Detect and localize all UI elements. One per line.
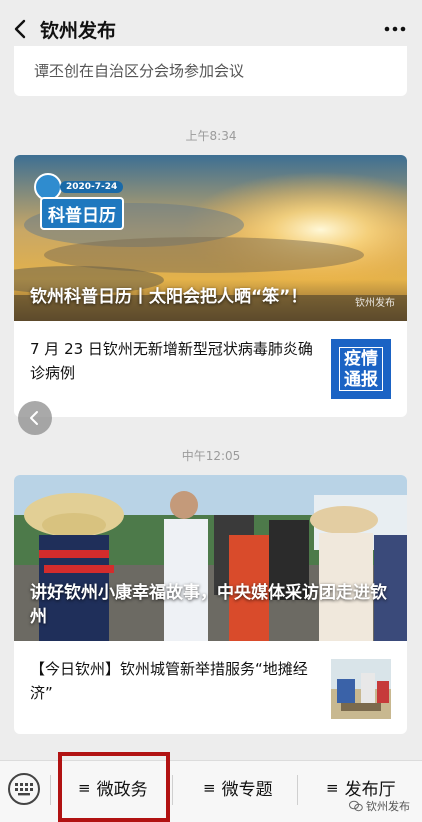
list-item-title: 7 月 23 日钦州无新增新型冠状病毒肺炎确诊病例 bbox=[30, 340, 313, 382]
epidemic-report-label: 疫情通报 bbox=[339, 347, 383, 391]
calendar-badge: 2020-7-24 科普日历 bbox=[34, 173, 134, 230]
wechat-icon bbox=[349, 800, 363, 812]
badge-label: 科普日历 bbox=[40, 197, 124, 230]
street-stall-photo bbox=[331, 659, 391, 719]
bottom-watermark: 钦州发布 bbox=[349, 798, 410, 814]
menu-list-icon: ≡ bbox=[326, 778, 339, 797]
menu-item-label: 发布厅 bbox=[344, 780, 396, 800]
article-hero[interactable]: 讲好钦州小康幸福故事，中央媒体采访团走进钦州 bbox=[14, 475, 407, 641]
message-timestamp: 上午8:34 bbox=[185, 129, 237, 143]
menu-item-label: 微专题 bbox=[221, 780, 273, 800]
menu-divider bbox=[50, 775, 51, 805]
list-item[interactable]: 【今日钦州】钦州城管新举措服务“地摊经济” bbox=[14, 641, 407, 734]
more-options-icon[interactable] bbox=[382, 18, 408, 40]
highlight-box bbox=[58, 752, 170, 822]
list-item-title: 【今日钦州】钦州城管新举措服务“地摊经济” bbox=[30, 660, 308, 702]
page-title: 钦州发布 bbox=[40, 20, 117, 42]
list-item-thumbnail bbox=[331, 659, 391, 719]
menu-item-wei-zhuanti[interactable]: ≡ 微专题 bbox=[203, 775, 273, 801]
menu-item-fabuting[interactable]: ≡ 发布厅 bbox=[326, 775, 396, 801]
previous-article-title: 谭丕创在自治区分会场参加会议 bbox=[34, 62, 245, 80]
menu-divider bbox=[172, 775, 173, 805]
article-hero[interactable]: 2020-7-24 科普日历 钦州科普日历丨太阳会把人晒“笨”！ 钦州发布 bbox=[14, 155, 407, 321]
watermark-text: 钦州发布 bbox=[366, 800, 410, 813]
list-item[interactable]: 7 月 23 日钦州无新增新型冠状病毒肺炎确诊病例 疫情通报 bbox=[14, 321, 407, 417]
chevron-left-icon bbox=[30, 411, 38, 425]
badge-date: 2020-7-24 bbox=[60, 181, 124, 193]
article-card: 2020-7-24 科普日历 钦州科普日历丨太阳会把人晒“笨”！ 钦州发布 7 … bbox=[14, 155, 407, 417]
scroll-back-button[interactable] bbox=[18, 401, 52, 435]
keyboard-toggle-button[interactable] bbox=[8, 773, 40, 805]
image-watermark: 钦州发布 bbox=[355, 298, 395, 309]
back-arrow-icon[interactable] bbox=[10, 18, 32, 40]
menu-list-icon: ≡ bbox=[203, 778, 216, 797]
previous-article-card[interactable]: 谭丕创在自治区分会场参加会议 bbox=[14, 46, 407, 96]
article-card: 讲好钦州小康幸福故事，中央媒体采访团走进钦州 【今日钦州】钦州城管新举措服务“地… bbox=[14, 475, 407, 734]
menu-divider bbox=[297, 775, 298, 805]
message-timestamp: 中午12:05 bbox=[181, 449, 241, 463]
article-headline: 钦州科普日历丨太阳会把人晒“笨”！ bbox=[30, 287, 308, 307]
article-headline: 讲好钦州小康幸福故事，中央媒体采访团走进钦州 bbox=[30, 583, 387, 627]
keyboard-icon bbox=[15, 783, 33, 796]
list-item-thumbnail: 疫情通报 bbox=[331, 339, 391, 399]
